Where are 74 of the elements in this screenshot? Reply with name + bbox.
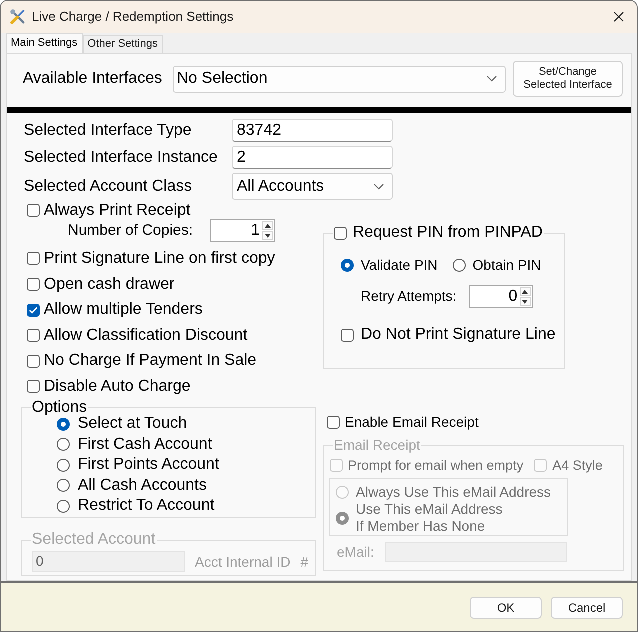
spin-up-button[interactable] <box>262 221 273 230</box>
tab[interactable]: Other Settings <box>82 35 163 53</box>
radio-button[interactable] <box>57 479 70 492</box>
close-icon <box>614 12 624 22</box>
dialog-button[interactable]: Cancel <box>551 597 623 619</box>
chevron-down-icon <box>487 76 497 82</box>
retry-label: Retry Attempts: <box>361 288 457 305</box>
radio-button[interactable] <box>57 438 70 451</box>
field-label: Selected Interface Type <box>24 120 193 140</box>
radio-label: Obtain PIN <box>472 256 542 274</box>
checkbox-label: Disable Auto Charge <box>44 378 191 396</box>
radio-button[interactable] <box>57 500 70 512</box>
radio-label: Use This eMail Address If Member Has None <box>356 501 503 535</box>
spin-down-button[interactable] <box>520 297 531 306</box>
group-title: Selected Account <box>31 531 157 550</box>
radio-label: Restrict To Account <box>78 497 215 515</box>
checkbox-label: Always Print Receipt <box>44 202 191 220</box>
radio-button[interactable] <box>57 458 70 472</box>
checkbox-label: No Charge If Payment In Sale <box>44 352 257 370</box>
email-label: eMail: <box>337 544 376 560</box>
field-label: Selected Interface Instance <box>24 148 219 168</box>
tools-icon <box>10 9 26 25</box>
radio-button[interactable] <box>57 418 70 430</box>
text-field[interactable]: 2 <box>232 146 393 169</box>
radio-label: First Cash Account <box>78 436 212 454</box>
checkbox[interactable] <box>334 226 347 240</box>
dropdown[interactable]: All Accounts <box>232 173 393 200</box>
up-triangle-icon <box>264 224 270 228</box>
checkbox-label: Request PIN from PINPAD <box>353 224 543 242</box>
checkbox[interactable] <box>27 304 40 317</box>
radio-button[interactable] <box>452 258 466 272</box>
checkbox-label: Open cash drawer <box>44 276 175 294</box>
radio-label: All Cash Accounts <box>78 476 207 494</box>
checkbox-label: Allow Classification Discount <box>44 326 248 345</box>
retry-spinner[interactable]: 0 <box>468 285 533 308</box>
account-id-caption: Acct Internal ID <box>195 552 291 571</box>
check-icon <box>29 306 38 314</box>
checkbox[interactable] <box>341 328 354 342</box>
down-triangle-icon <box>264 234 270 238</box>
spin-up-button[interactable] <box>520 287 531 296</box>
group-title: Options <box>31 400 88 416</box>
text-field[interactable]: 83742 <box>232 119 393 142</box>
set-interface-button[interactable]: Set/Change Selected Interface <box>513 61 623 97</box>
checkbox-label: Do Not Print Signature Line <box>361 326 556 344</box>
radio-label: First Points Account <box>78 456 220 474</box>
radio-label: Validate PIN <box>361 256 438 274</box>
field-label: Selected Account Class <box>24 176 194 196</box>
checkbox-label: Enable Email Receipt <box>345 414 479 430</box>
interface-dropdown[interactable]: No Selection <box>173 66 506 92</box>
radio-label: Select at Touch <box>78 415 188 433</box>
checkbox[interactable] <box>27 380 40 394</box>
spin-down-button[interactable] <box>262 231 273 240</box>
checkbox-label: Prompt for email when empty <box>348 456 524 474</box>
checkbox[interactable] <box>27 329 40 342</box>
radio-button[interactable] <box>341 258 354 272</box>
radio-label: Always Use This eMail Address <box>356 484 552 500</box>
tab[interactable]: Main Settings <box>6 33 83 53</box>
checkbox[interactable] <box>27 252 40 266</box>
copies-spinner[interactable]: 1 <box>210 219 275 242</box>
checkbox[interactable] <box>27 204 40 217</box>
window-title: Live Charge / Redemption Settings <box>32 9 234 25</box>
checkbox-label: Allow multiple Tenders <box>44 301 203 320</box>
checkbox[interactable] <box>27 354 40 368</box>
interfaces-label: Available Interfaces <box>23 69 164 89</box>
checkbox-label: A4 Style <box>552 456 603 474</box>
checkbox[interactable] <box>27 278 40 292</box>
copies-label: Number of Copies: <box>68 222 194 240</box>
chevron-down-icon <box>374 184 384 190</box>
dialog-button[interactable]: OK <box>470 597 542 619</box>
up-triangle-icon <box>522 290 528 294</box>
down-triangle-icon <box>522 300 528 304</box>
group-title: Email Receipt <box>333 437 422 453</box>
hash-label: # <box>300 552 308 571</box>
checkbox-label: Print Signature Line on first copy <box>44 250 276 268</box>
